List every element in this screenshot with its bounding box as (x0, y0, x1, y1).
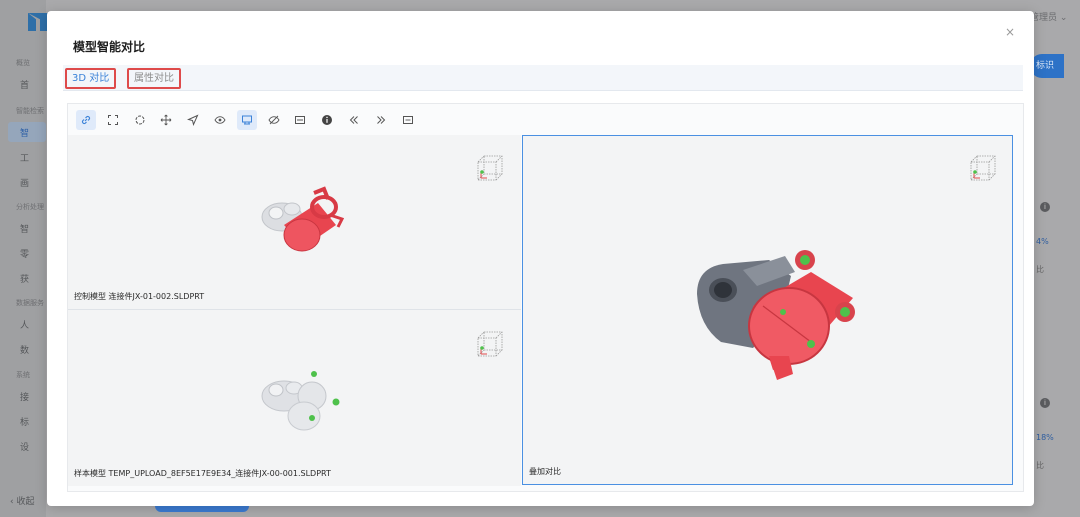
sidebar-section-data: 数据服务 (16, 299, 44, 307)
sidebar-item-home[interactable]: 首 (20, 78, 46, 91)
tab-attribute-compare[interactable]: 属性对比 (127, 68, 181, 89)
sidebar-item-interface[interactable]: 接 (20, 390, 46, 403)
sample-model-label: 样本模型 TEMP_UPLOAD_8EF5E17E9E34_连接件JX-00-0… (74, 469, 331, 478)
control-model-label: 控制模型 连接件JX-01-002.SLDPRT (74, 292, 205, 301)
background-percent: 4% (1036, 237, 1049, 246)
pointer-icon[interactable] (183, 110, 203, 130)
overlay-model-render (697, 250, 855, 380)
3d-viewer: 控制模型 连接件JX-01-002.SLDPRT 样本模型 TEMP_UPLOA… (67, 103, 1024, 492)
next-icon[interactable] (371, 110, 391, 130)
sidebar-item-intel[interactable]: 智 (20, 222, 46, 235)
explode-icon[interactable] (236, 110, 257, 130)
sidebar-item-tool[interactable]: 工 (20, 151, 46, 164)
sidebar-item-tag[interactable]: 标 (20, 415, 46, 428)
info-icon: i (1040, 202, 1050, 212)
viewer-toolbar (76, 106, 424, 134)
view-cube-icon[interactable] (470, 152, 504, 186)
sidebar-item-settings[interactable]: 设 (20, 440, 46, 453)
sample-model-render (261, 371, 340, 431)
sidebar-section-search: 智能检索 (16, 107, 44, 115)
sidebar-section-overview: 概览 (16, 59, 30, 67)
rotate-icon[interactable] (130, 110, 150, 130)
section-icon[interactable] (290, 110, 310, 130)
overlay-compare-pane[interactable]: 叠加对比 (522, 135, 1013, 485)
control-model-pane[interactable]: 控制模型 连接件JX-01-002.SLDPRT (68, 135, 521, 309)
move-icon[interactable] (156, 110, 176, 130)
layout-icon[interactable] (398, 110, 418, 130)
view-cube-icon[interactable] (963, 152, 997, 186)
control-model-render (261, 186, 344, 252)
prev-icon[interactable] (344, 110, 364, 130)
sidebar-item-get[interactable]: 获 (20, 272, 46, 285)
sidebar-item-draw[interactable]: 画 (20, 176, 46, 189)
link-icon[interactable] (76, 110, 96, 130)
sidebar-item-smart[interactable]: 智 (20, 126, 46, 139)
fullscreen-icon[interactable] (103, 110, 123, 130)
close-icon[interactable]: × (1005, 25, 1015, 39)
tab-3d-compare[interactable]: 3D 对比 (65, 68, 117, 89)
chevron-down-icon: ⌄ (1059, 13, 1068, 23)
hide-icon[interactable] (264, 110, 284, 130)
view-cube-icon[interactable] (470, 328, 504, 362)
background-percent: 18% (1036, 433, 1054, 442)
sidebar-item-parts[interactable]: 零 (20, 247, 46, 260)
background-compare-label: 比 (1036, 461, 1044, 470)
sidebar-item-data[interactable]: 数 (20, 343, 46, 356)
info-icon[interactable] (317, 110, 337, 130)
overlay-compare-label: 叠加对比 (529, 467, 561, 476)
sidebar-section-system: 系统 (16, 371, 30, 379)
sample-model-pane[interactable]: 样本模型 TEMP_UPLOAD_8EF5E17E9E34_连接件JX-00-0… (68, 310, 521, 486)
info-icon: i (1040, 398, 1050, 408)
compare-tabs: 3D 对比 属性对比 (63, 65, 1023, 91)
model-compare-dialog: 模型智能对比 × 3D 对比 属性对比 控制模型 连接件JX-01-002.SL… (47, 11, 1034, 506)
sidebar-section-analysis: 分析处理 (16, 203, 44, 211)
eye-icon[interactable] (210, 110, 230, 130)
dialog-title: 模型智能对比 (73, 40, 146, 54)
sidebar-item-people[interactable]: 人 (20, 318, 46, 331)
user-menu[interactable]: 管理员 ⌄ (1030, 10, 1067, 23)
sidebar-collapse[interactable]: ‹ 收起 (10, 494, 34, 507)
background-compare-label: 比 (1036, 265, 1044, 274)
background-tag-button: 标识 (1030, 54, 1064, 78)
